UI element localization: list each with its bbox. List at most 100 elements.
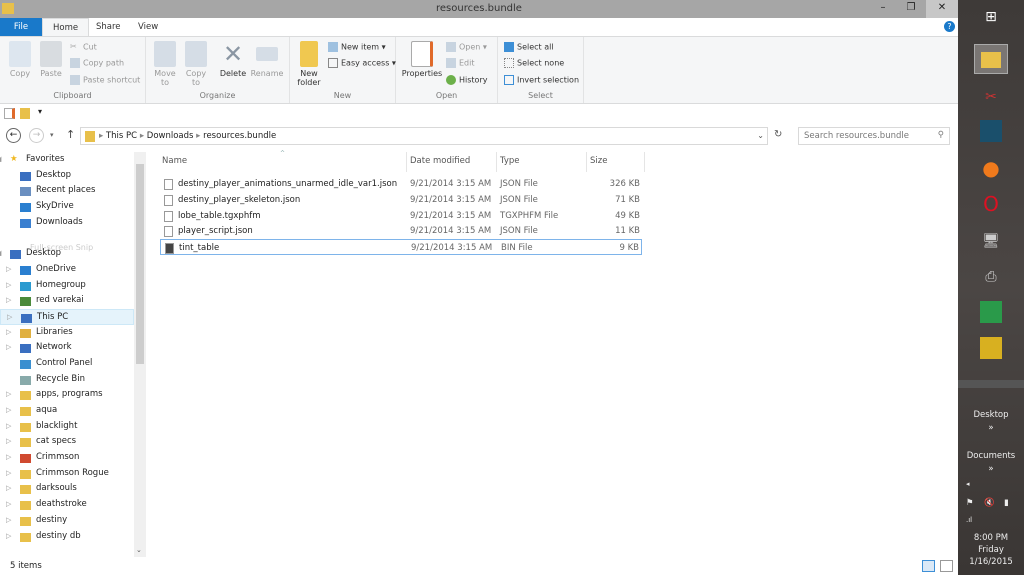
documents-toolbar[interactable]: Documents [958, 451, 1024, 461]
scroll-down-icon[interactable]: ⌄ [136, 546, 142, 554]
computer-icon[interactable]: 🖥 [974, 226, 1008, 256]
clock-date[interactable]: 1/16/2015 [958, 557, 1024, 567]
clock-day[interactable]: Friday [958, 545, 1024, 555]
column-date-modified[interactable]: Date modified [410, 156, 470, 166]
invert-selection-button[interactable]: Invert selection [504, 75, 579, 85]
tab-home[interactable]: Home [42, 18, 90, 36]
nav-item[interactable]: ◢ ★ Favorites [0, 152, 134, 168]
app-icon-yellow[interactable] [974, 333, 1008, 363]
network-signal-icon[interactable]: .ıl [966, 516, 972, 524]
select-none-button[interactable]: Select none [504, 58, 564, 68]
search-input[interactable]: Search resources.bundle ⚲ [798, 127, 950, 145]
column-divider[interactable] [496, 152, 497, 172]
delete-button[interactable]: ✕ Delete [218, 41, 248, 78]
nav-item[interactable]: ▷ apps, programs [0, 387, 134, 403]
nav-item[interactable]: ▷ Homegroup [0, 278, 134, 294]
nav-item[interactable]: ▷ blacklight [0, 419, 134, 435]
edit-button[interactable]: Edit [446, 58, 475, 68]
rename-button[interactable]: Rename [250, 41, 284, 78]
expand-icon[interactable]: ◢ [0, 246, 4, 262]
nav-item[interactable]: ▷ aqua [0, 403, 134, 419]
app-icon-green[interactable] [974, 297, 1008, 327]
tab-share[interactable]: Share [86, 18, 131, 36]
column-name[interactable]: Name [162, 156, 187, 166]
expand-icon[interactable]: ▷ [6, 466, 14, 482]
open-button[interactable]: Open ▾ [446, 42, 487, 52]
expand-icon[interactable]: ▷ [6, 529, 14, 545]
blender-icon[interactable]: ● [974, 153, 1008, 183]
expand-icon[interactable]: ▷ [6, 387, 14, 403]
nav-item[interactable]: Recent places [0, 183, 134, 199]
desktop-chevron-icon[interactable]: » [958, 423, 1024, 433]
address-dropdown-icon[interactable]: ⌄ [757, 131, 764, 140]
nav-item[interactable]: Downloads [0, 215, 134, 231]
scrollbar-thumb[interactable] [136, 164, 144, 364]
nav-item[interactable]: ▷ red varekai [0, 293, 134, 309]
taskbar-scroll[interactable] [958, 380, 1024, 388]
file-row[interactable]: tint_table 9/21/2014 3:15 AM BIN File 9 KB [160, 239, 642, 256]
printer-icon[interactable]: ⎙ [974, 262, 1008, 292]
minimize-button[interactable]: – [870, 0, 896, 18]
column-divider[interactable] [586, 152, 587, 172]
file-explorer-taskbar-icon[interactable] [974, 44, 1008, 74]
nav-item[interactable]: ▷ destiny db [0, 529, 134, 545]
file-row[interactable]: player_script.json 9/21/2014 3:15 AM JSON … [160, 223, 642, 239]
nav-item[interactable]: ▷ Libraries [0, 325, 134, 341]
expand-icon[interactable]: ▷ [6, 450, 14, 466]
file-row[interactable]: lobe_table.tgxphfm 9/21/2014 3:15 AM TGXPH… [160, 208, 642, 224]
expand-icon[interactable]: ▷ [6, 325, 14, 341]
breadcrumb-resources-bundle[interactable]: resources.bundle [203, 131, 276, 141]
address-box[interactable]: ▸ This PC ▸ Downloads ▸ resources.bundle… [80, 127, 768, 145]
properties-button[interactable]: Properties [400, 41, 444, 78]
expand-icon[interactable]: ▷ [6, 403, 14, 419]
nav-item[interactable]: Control Panel [0, 356, 134, 372]
expand-icon[interactable]: ▷ [6, 513, 14, 529]
action-center-flag-icon[interactable]: ⚑ [966, 498, 974, 508]
expand-icon[interactable]: ▷ [6, 419, 14, 435]
refresh-icon[interactable]: ↻ [774, 129, 782, 140]
app-icon-dark[interactable] [974, 116, 1008, 146]
new-folder-button[interactable]: New folder [294, 41, 324, 87]
nav-item[interactable]: ▷ deathstroke [0, 497, 134, 513]
tab-file[interactable]: File [0, 18, 42, 36]
column-size[interactable]: Size [590, 156, 607, 166]
forward-button[interactable]: → [29, 128, 44, 143]
help-icon[interactable]: ? [944, 21, 955, 32]
expand-icon[interactable]: ▷ [6, 340, 14, 356]
nav-item[interactable]: ▷ cat specs [0, 434, 134, 450]
volume-muted-icon[interactable]: 🔇 [984, 498, 995, 508]
paste-button[interactable]: Paste [37, 41, 65, 78]
nav-item[interactable]: Desktop [0, 168, 134, 184]
nav-item[interactable]: ▷ destiny [0, 513, 134, 529]
properties-icon[interactable] [4, 108, 15, 119]
nav-item[interactable]: Recycle Bin [0, 372, 134, 388]
expand-icon[interactable]: ▷ [6, 262, 14, 278]
cut-button[interactable]: ✂ Cut [70, 42, 97, 52]
recent-locations-icon[interactable]: ▾ [50, 131, 54, 139]
show-hidden-icons[interactable]: ◂ [966, 480, 970, 488]
file-row[interactable]: destiny_player_skeleton.json 9/21/2014 3:… [160, 192, 642, 208]
copy-path-button[interactable]: Copy path [70, 58, 124, 68]
opera-icon[interactable]: O [974, 189, 1008, 219]
snipping-tool-icon[interactable]: ✂ [974, 82, 1008, 112]
easy-access-button[interactable]: Easy access ▾ [328, 58, 396, 68]
copy-to-button[interactable]: Copy to [183, 41, 209, 87]
nav-item[interactable]: ▷ Crimmson Rogue [0, 466, 134, 482]
nav-item[interactable]: ▷ Network [0, 340, 134, 356]
column-type[interactable]: Type [500, 156, 520, 166]
tab-view[interactable]: View [128, 18, 168, 36]
history-button[interactable]: History [446, 75, 487, 85]
copy-button[interactable]: Copy [6, 41, 34, 78]
start-windows-icon[interactable]: ⊞ [974, 2, 1008, 32]
expand-icon[interactable]: ▷ [6, 434, 14, 450]
expand-icon[interactable]: ▷ [6, 497, 14, 513]
desktop-toolbar[interactable]: Desktop [958, 410, 1024, 420]
large-icons-view-button[interactable] [940, 560, 953, 572]
new-folder-icon[interactable] [20, 108, 30, 119]
column-divider[interactable] [406, 152, 407, 172]
nav-item[interactable]: ▷ This PC [0, 308, 134, 325]
clock-time[interactable]: 8:00 PM [958, 533, 1024, 543]
breadcrumb-this-pc[interactable]: This PC [106, 131, 137, 141]
column-divider[interactable] [644, 152, 645, 172]
expand-icon[interactable]: ▷ [6, 293, 14, 309]
